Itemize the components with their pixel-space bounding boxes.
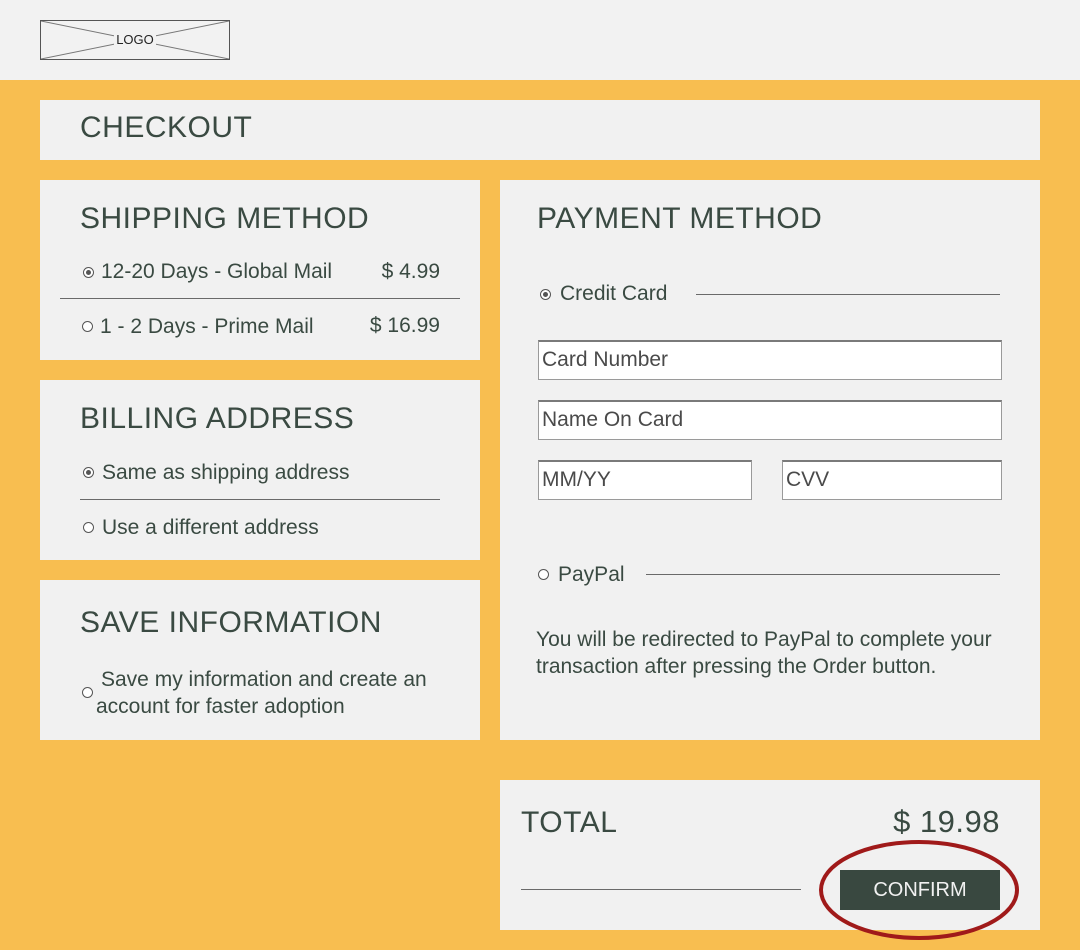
radio-button[interactable] [538,569,549,580]
billing-option-label: Use a different address [102,516,319,539]
billing-address-panel: BILLING ADDRESS Same as shipping address… [40,380,480,560]
radio-button[interactable] [82,687,93,698]
logo[interactable]: LOGO [40,20,230,60]
checkout-header: CHECKOUT [40,100,1040,160]
shipping-method-title: SHIPPING METHOD [80,202,370,235]
billing-address-title: BILLING ADDRESS [80,402,355,435]
shipping-method-panel: SHIPPING METHOD 12-20 Days - Global Mail… [40,180,480,360]
paypal-label: PayPal [558,563,625,586]
divider [696,294,1000,295]
top-bar: LOGO [0,0,1080,80]
save-information-panel: SAVE INFORMATION Save my information and… [40,580,480,740]
billing-option-label: Same as shipping address [102,461,350,484]
expiry-date-field[interactable]: MM/YY [538,460,752,500]
radio-button[interactable] [82,321,93,332]
divider [646,574,1000,575]
radio-button[interactable] [83,522,94,533]
divider [521,889,801,890]
paypal-note-line2: transaction after pressing the Order but… [536,655,937,678]
total-amount: $ 19.98 [893,804,1000,839]
payment-method-title: PAYMENT METHOD [537,202,823,235]
radio-button[interactable] [83,467,94,478]
name-on-card-field[interactable]: Name On Card [538,400,1002,440]
radio-button[interactable] [540,289,551,300]
credit-card-label: Credit Card [560,282,668,305]
highlight-ring [819,840,1019,940]
card-number-field[interactable]: Card Number [538,340,1002,380]
shipping-option-label: 1 - 2 Days - Prime Mail [100,315,314,338]
divider [60,298,460,299]
payment-method-panel: PAYMENT METHOD Credit Card Card Number N… [500,180,1040,740]
page-title: CHECKOUT [80,111,253,144]
radio-button[interactable] [83,267,94,278]
divider [80,499,440,500]
save-information-title: SAVE INFORMATION [80,606,382,639]
shipping-option-price: $ 4.99 [381,260,440,283]
paypal-redirect-note: You will be redirected to PayPal to comp… [536,626,992,680]
save-info-label-line2: account for faster adoption [96,695,345,718]
shipping-option-price: $ 16.99 [369,314,440,337]
paypal-note-line1: You will be redirected to PayPal to comp… [536,628,992,651]
logo-text: LOGO [114,32,156,47]
cvv-field[interactable]: CVV [782,460,1002,500]
shipping-option-label: 12-20 Days - Global Mail [101,260,333,283]
total-label: TOTAL [521,806,618,839]
save-info-label-line1: Save my information and create an [101,668,427,691]
